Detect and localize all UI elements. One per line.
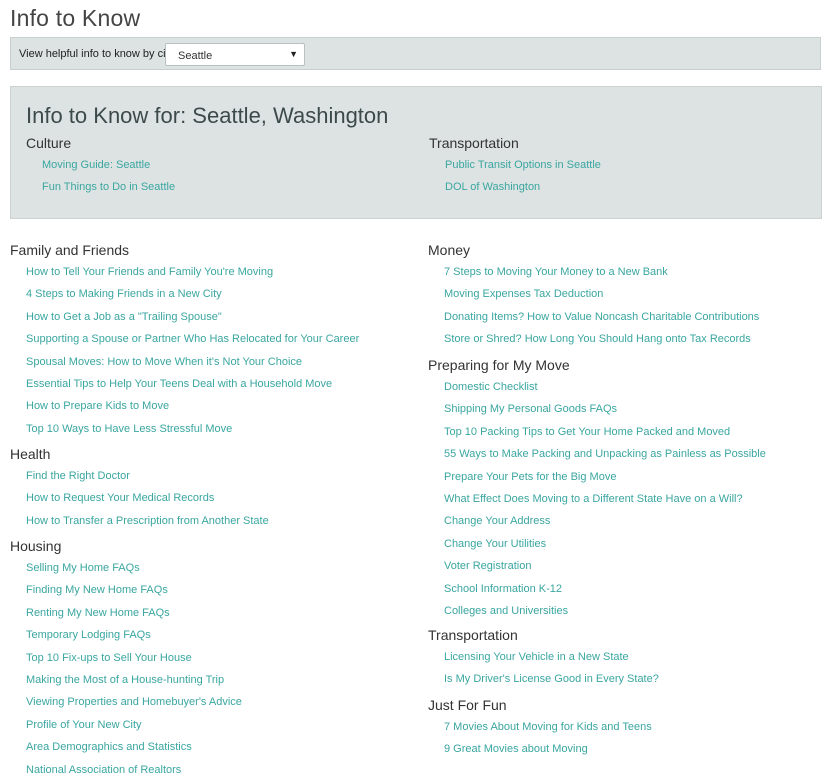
link-item[interactable]: How to Transfer a Prescription from Anot… bbox=[10, 510, 269, 532]
link-item[interactable]: How to Prepare Kids to Move bbox=[10, 395, 359, 417]
link-item[interactable]: Shipping My Personal Goods FAQs bbox=[428, 398, 766, 420]
link-item[interactable]: Prepare Your Pets for the Big Move bbox=[428, 466, 766, 488]
link-item[interactable]: Viewing Properties and Homebuyer's Advic… bbox=[10, 691, 242, 713]
section-money: Money 7 Steps to Moving Your Money to a … bbox=[428, 239, 759, 351]
link-item[interactable]: 55 Ways to Make Packing and Unpacking as… bbox=[428, 443, 766, 465]
city-group-transportation: Transportation Public Transit Options in… bbox=[429, 132, 601, 199]
link-item[interactable]: Fun Things to Do in Seattle bbox=[26, 176, 175, 198]
section-health: Health Find the Right Doctor How to Requ… bbox=[10, 443, 269, 532]
link-item[interactable]: Finding My New Home FAQs bbox=[10, 579, 242, 601]
link-item[interactable]: Area Demographics and Statistics bbox=[10, 736, 242, 758]
link-item[interactable]: Donating Items? How to Value Noncash Cha… bbox=[428, 306, 759, 328]
section-title: Housing bbox=[10, 538, 62, 554]
link-item[interactable]: National Association of Realtors bbox=[10, 759, 242, 781]
section-title: Money bbox=[428, 242, 471, 258]
section-housing: Housing Selling My Home FAQs Finding My … bbox=[10, 535, 242, 781]
link-item[interactable]: Change Your Address bbox=[428, 510, 766, 532]
link-item[interactable]: How to Tell Your Friends and Family You'… bbox=[10, 261, 359, 283]
link-item[interactable]: 7 Movies About Moving for Kids and Teens bbox=[428, 716, 652, 738]
group-title: Culture bbox=[26, 135, 72, 151]
link-item[interactable]: Find the Right Doctor bbox=[10, 465, 269, 487]
link-item[interactable]: What Effect Does Moving to a Different S… bbox=[428, 488, 766, 510]
link-item[interactable]: Is My Driver's License Good in Every Sta… bbox=[428, 668, 659, 690]
link-item[interactable]: Top 10 Packing Tips to Get Your Home Pac… bbox=[428, 421, 766, 443]
link-item[interactable]: Change Your Utilities bbox=[428, 533, 766, 555]
city-panel-heading: Info to Know for: Seattle, Washington bbox=[26, 103, 389, 128]
link-item[interactable]: 7 Steps to Moving Your Money to a New Ba… bbox=[428, 261, 759, 283]
chevron-down-icon: ▼ bbox=[289, 49, 298, 59]
link-item[interactable]: DOL of Washington bbox=[429, 176, 601, 198]
link-item[interactable]: Profile of Your New City bbox=[10, 714, 242, 736]
link-item[interactable]: 9 Great Movies about Moving bbox=[428, 738, 652, 760]
city-selector-label: View helpful info to know by city: bbox=[19, 48, 178, 60]
section-family-and-friends: Family and Friends How to Tell Your Frie… bbox=[10, 239, 359, 440]
link-item[interactable]: How to Get a Job as a "Trailing Spouse" bbox=[10, 306, 359, 328]
link-item[interactable]: Spousal Moves: How to Move When it's Not… bbox=[10, 351, 359, 373]
group-title: Transportation bbox=[429, 135, 519, 151]
link-item[interactable]: Colleges and Universities bbox=[428, 600, 766, 622]
section-just-for-fun: Just For Fun 7 Movies About Moving for K… bbox=[428, 694, 652, 761]
link-item[interactable]: Voter Registration bbox=[428, 555, 766, 577]
section-title: Health bbox=[10, 446, 51, 462]
link-item[interactable]: Public Transit Options in Seattle bbox=[429, 154, 601, 176]
link-item[interactable]: Store or Shred? How Long You Should Hang… bbox=[428, 328, 759, 350]
selected-city: Seattle bbox=[178, 50, 213, 62]
section-title: Family and Friends bbox=[10, 242, 130, 258]
link-item[interactable]: How to Request Your Medical Records bbox=[10, 487, 269, 509]
link-item[interactable]: Essential Tips to Help Your Teens Deal w… bbox=[10, 373, 359, 395]
city-group-culture: Culture Moving Guide: Seattle Fun Things… bbox=[26, 132, 175, 199]
city-info-panel: Info to Know for: Seattle, Washington Cu… bbox=[10, 86, 822, 219]
link-item[interactable]: Temporary Lodging FAQs bbox=[10, 624, 242, 646]
section-title: Transportation bbox=[428, 627, 518, 643]
link-item[interactable]: 4 Steps to Making Friends in a New City bbox=[10, 283, 359, 305]
link-item[interactable]: Moving Guide: Seattle bbox=[26, 154, 175, 176]
city-selector-bar: View helpful info to know by city: Seatt… bbox=[10, 37, 821, 70]
section-title: Preparing for My Move bbox=[428, 357, 570, 373]
city-select-dropdown[interactable]: Seattle ▼ bbox=[165, 43, 305, 66]
page-title: Info to Know bbox=[10, 5, 141, 31]
section-preparing-for-my-move: Preparing for My Move Domestic Checklist… bbox=[428, 354, 766, 622]
link-item[interactable]: Supporting a Spouse or Partner Who Has R… bbox=[10, 328, 359, 350]
section-transportation: Transportation Licensing Your Vehicle in… bbox=[428, 624, 659, 691]
link-item[interactable]: Selling My Home FAQs bbox=[10, 557, 242, 579]
link-item[interactable]: Top 10 Ways to Have Less Stressful Move bbox=[10, 418, 359, 440]
link-item[interactable]: Top 10 Fix-ups to Sell Your House bbox=[10, 647, 242, 669]
link-item[interactable]: Domestic Checklist bbox=[428, 376, 766, 398]
link-item[interactable]: Licensing Your Vehicle in a New State bbox=[428, 646, 659, 668]
link-item[interactable]: Making the Most of a House-hunting Trip bbox=[10, 669, 242, 691]
section-title: Just For Fun bbox=[428, 697, 507, 713]
link-item[interactable]: School Information K-12 bbox=[428, 578, 766, 600]
link-item[interactable]: Renting My New Home FAQs bbox=[10, 602, 242, 624]
link-item[interactable]: Moving Expenses Tax Deduction bbox=[428, 283, 759, 305]
